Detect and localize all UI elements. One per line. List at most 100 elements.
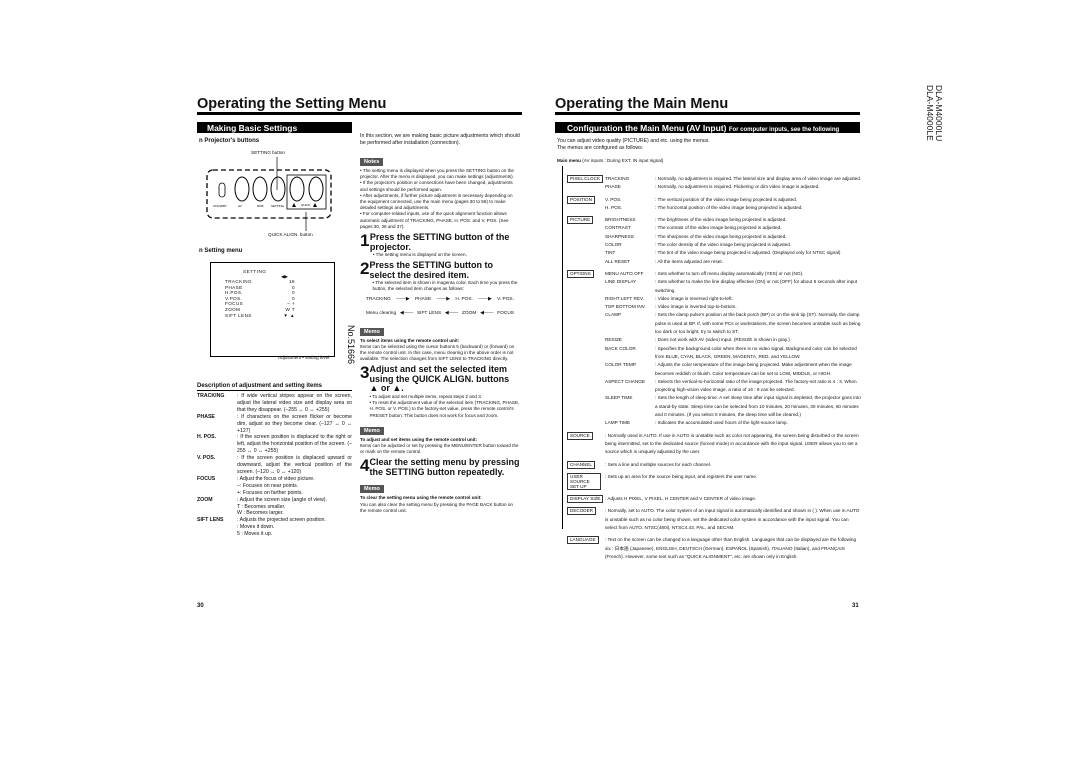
menu-row: BACK COLOR : Specifies the background col… [567, 345, 862, 362]
menu-row: LAMP TIME: Indicates the accumulated use… [567, 419, 862, 427]
menu-row: SLEEP TIME : Sets the length of sleep tim… [567, 394, 862, 419]
menu-group-desc: : Normally used in AUTO. If use in AUTO … [605, 432, 859, 455]
menu-item-name: CONTRAST [605, 225, 631, 231]
step-1: 1 Press the SETTING button of the project… [360, 231, 510, 258]
menu-box-display-size: DISPLAY SIZE [567, 495, 604, 504]
menu-box-cell [567, 345, 605, 362]
menu-item-desc: : The color density of the video image b… [655, 242, 792, 248]
desc-value: : If wide vertical stripes appear on the… [237, 393, 352, 413]
menu-row: ALL RESET: All the items adjusted are re… [567, 258, 862, 266]
menu-box-cell: POSITION [567, 195, 605, 204]
menu-box-cell [567, 295, 605, 303]
setting-menu-heading: n Setting menu [199, 248, 243, 254]
desc-value: : Adjust the focus of video picture. –: … [237, 475, 315, 496]
description-section: Description of adjustment and setting it… [197, 383, 352, 538]
memo3-body: You can also clear the setting menu by p… [360, 501, 513, 513]
step-4: 4 Clear the setting menu by pressing the … [360, 456, 520, 477]
menu-box-cell [567, 394, 605, 419]
svg-text:RGB: RGB [257, 204, 264, 208]
menu-item-name: RIGHT LEFT REV. [605, 295, 644, 301]
menu-box-cell: USER SOURCE SET UP [567, 472, 605, 491]
menu-box-cell [567, 378, 605, 395]
flow-step: ZOOM [461, 310, 477, 316]
menu-group: PIXEL CLOCK TRACKING: Normally, no adjust… [567, 175, 862, 192]
menu-item-desc: : Sets whether to make the line display … [655, 279, 858, 293]
desc-value: : If characters on the screen flicker or… [237, 413, 352, 434]
projector-buttons-heading: n Projector's buttons [199, 138, 260, 144]
menu-box-cell [567, 303, 605, 311]
description-heading: Description of adjustment and setting it… [197, 383, 352, 391]
arrow-icon: ——▶ [436, 296, 450, 302]
right-column: Notes • The setting menu is displayed wh… [360, 150, 520, 514]
osd-item-value: ▼ ▲ [283, 312, 295, 318]
adjustment-level-label: Adjustment • setting level [278, 355, 330, 360]
menu-item-name: TOP BOTTOM INV. [605, 304, 646, 310]
svg-text:SETTING: SETTING [271, 204, 285, 208]
desc-key: SIFT LENS [197, 517, 224, 524]
note-item: • If the projector's position or connect… [360, 180, 513, 192]
svg-text:AV: AV [238, 204, 242, 208]
arrow-icon: ◀—— [480, 310, 494, 316]
menu-item-name: V. POS. [605, 196, 622, 202]
menu-group: SOURCE: Normally used in AUTO. If use in… [567, 431, 862, 457]
menu-item-name: RESIZE [605, 337, 622, 343]
flow-step: SIFT LENS [416, 310, 442, 316]
desc-value: : Adjusts the projected screen position.… [237, 517, 326, 538]
menu-item-name: SLEEP TIME [605, 395, 633, 401]
menu-group-desc: : Text on the screen can be changed to a… [605, 537, 857, 559]
projector-buttons-diagram: STANDBY AV RGB SETTING QUICK [206, 157, 332, 231]
main-menu-label: Main menu (AV inputs : During EXT. IN in… [557, 158, 664, 163]
desc-item: H. POS.: If the screen position is displ… [197, 434, 352, 455]
setting-menu-screen: SETTING ◀▶ TRACKING 16 PHASE 0 H.POS. 0 V.POS.… [210, 262, 335, 357]
osd-item: SIFT LENS ▼ ▲ [225, 313, 295, 319]
menu-row: COLOR TEMP.: Adjusts the color temperatu… [567, 361, 862, 378]
desc-key: FOCUS [197, 475, 216, 482]
menu-box-user-source-set-up: USER SOURCE SET UP [567, 472, 601, 490]
menu-box-cell [567, 278, 605, 295]
menu-item-name: TINT [605, 250, 616, 256]
desc-item: FOCUS : Adjust the focus of video picture… [197, 476, 352, 497]
menu-item-desc: : The tint of the video image being proj… [655, 250, 841, 256]
memo2-body: Items can be adjusted or set by pressing… [360, 442, 519, 455]
memo1-body: Items can be selected using the cursor b… [360, 343, 515, 362]
step-2: 2 Press the SETTING button to select the … [360, 259, 518, 292]
arrow-icon: ——▶ [478, 296, 492, 302]
menu-row: PHASE: Normally, no adjustment is requir… [567, 183, 862, 191]
menu-item-name: MENU AUTO OFF [605, 270, 644, 276]
menu-box-cell [567, 249, 605, 257]
menu-item-name: BACK COLOR [605, 345, 636, 351]
menu-group-desc: : Adjusts H PIXEL, V PIXEL, H CENTER and… [605, 496, 757, 502]
menu-item-desc: : The contrast of the video image being … [655, 225, 782, 231]
menu-item-name: ALL RESET [605, 258, 631, 264]
page-number-left: 30 [197, 603, 204, 609]
menu-box-cell [567, 336, 605, 344]
menu-item-name: SHARPNESS [605, 233, 634, 239]
menu-tree-line [562, 166, 563, 529]
note-item: • For computer-related inputs, use of th… [360, 211, 509, 229]
menu-row: CLAMP: Sets the clamp pulse's position a… [567, 311, 862, 336]
menu-group: OPTIONS MENU AUTO OFF: Sets whether to tu… [567, 269, 862, 428]
menu-row: SOURCE: Normally used in AUTO. If use in… [567, 431, 862, 457]
menu-box-cell [567, 241, 605, 249]
desc-key: V. POS. [197, 455, 216, 462]
menu-box-cell: DECODER [567, 507, 605, 532]
desc-item: TRACKING : If wide vertical stripes appea… [197, 393, 352, 414]
osd-item-name: SIFT LENS [225, 312, 252, 318]
menu-row: LINE DISPLAY: Sets whether to make the l… [567, 278, 862, 295]
page-title-main-menu: Operating the Main Menu [555, 96, 860, 114]
desc-key: TRACKING [197, 393, 225, 399]
menu-box-position: POSITION [567, 195, 595, 204]
flow-bottom: Menu clearing ◀—— SIFT LENS ◀—— ZOOM ◀—— FOCUS [366, 311, 514, 316]
menu-box-cell [567, 233, 605, 241]
menu-box-cell [567, 258, 605, 266]
menu-item-desc: : Sets the length of sleep time. A set s… [655, 395, 861, 418]
menu-row: H. POS.: The horizontal position of the … [567, 204, 862, 212]
osd-title: SETTING [243, 269, 267, 274]
menu-box-options: OPTIONS [567, 269, 594, 278]
menu-row: DISPLAY SIZE: Adjusts H PIXEL, V PIXEL, … [567, 495, 862, 504]
flow-step: FOCUS [497, 310, 514, 316]
menu-box-cell: OPTIONS [567, 269, 605, 278]
menu-item-desc: : Specifies the background color when th… [655, 345, 857, 359]
menu-item-desc: : The brightness of the video image bein… [655, 217, 787, 223]
menu-box-pixel-clock: PIXEL CLOCK [567, 175, 603, 183]
